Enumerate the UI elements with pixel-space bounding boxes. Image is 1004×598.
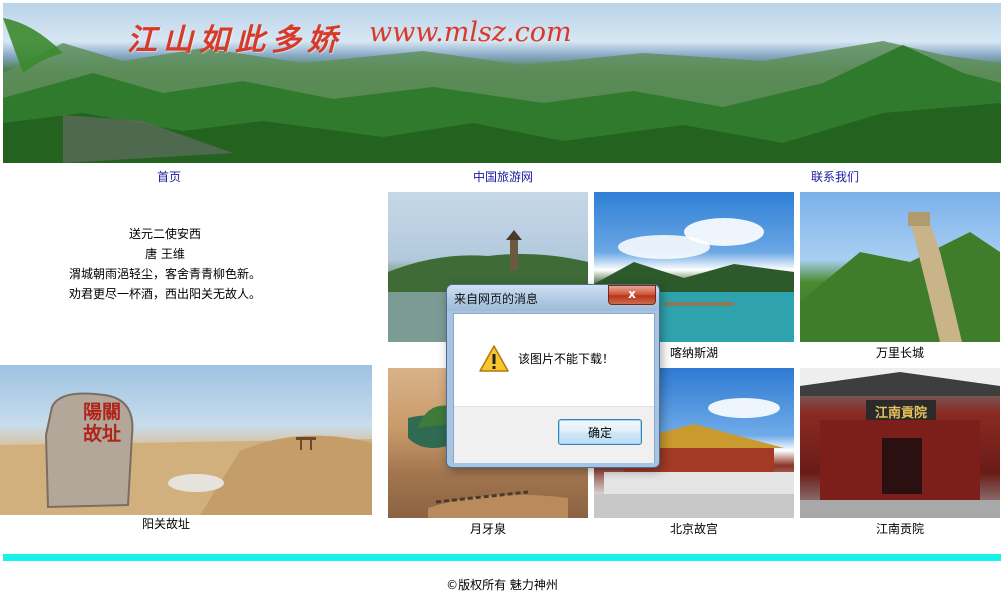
- photo-jiangnan-gongyuan[interactable]: 江南貢院: [800, 368, 1000, 518]
- dialog-title: 来自网页的消息: [454, 292, 539, 306]
- caption-crescent-spring: 月牙泉: [469, 522, 506, 536]
- header-banner: 江山如此多娇 www.mlsz.com: [3, 3, 1001, 163]
- poem-title: 送元二使安西: [128, 227, 201, 241]
- nav-china-travel-link[interactable]: 中国旅游网: [473, 168, 533, 185]
- dialog-message: 该图片不能下载！: [518, 352, 615, 366]
- banner-url: www.mlsz.com: [369, 17, 572, 48]
- caption-great-wall: 万里长城: [875, 346, 924, 360]
- dialog-titlebar[interactable]: 来自网页的消息 x: [447, 285, 659, 311]
- poem-author: 唐 王维: [145, 247, 185, 261]
- warning-icon: [479, 345, 509, 372]
- caption-forbidden-city: 北京故宫: [669, 522, 718, 536]
- dialog-body: 该图片不能下载！ 确定: [453, 313, 655, 463]
- caption-jiangnan-gongyuan: 江南贡院: [875, 522, 924, 536]
- dialog-close-button[interactable]: x: [608, 285, 656, 305]
- ok-button[interactable]: 确定: [558, 419, 642, 445]
- poem-block: 送元二使安西 唐 王维 渭城朝雨浥轻尘，客舍青青柳色新。 劝君更尽一杯酒，西出阳…: [30, 224, 300, 304]
- footer-divider: [3, 554, 1001, 561]
- close-icon: x: [628, 287, 636, 301]
- banner-title: 江山如此多娇: [127, 23, 343, 58]
- stele-inscription: 陽關故址: [82, 401, 121, 445]
- nav-contact-link[interactable]: 联系我们: [811, 168, 859, 185]
- gate-plaque: 江南貢院: [874, 406, 927, 421]
- footer-copyright: ©版权所有 魅力神州: [446, 578, 558, 592]
- poem-line: 劝君更尽一杯酒，西出阳关无故人。: [68, 287, 261, 301]
- poem-line: 渭城朝雨浥轻尘，客舍青青柳色新。: [68, 267, 261, 281]
- photo-yangguan[interactable]: 陽關故址: [0, 365, 372, 515]
- alert-dialog: 来自网页的消息 x 该图片不能下载！ 确定: [446, 284, 660, 468]
- great-wall-image: [800, 212, 1000, 342]
- photo-great-wall[interactable]: [800, 192, 1000, 342]
- jiangnan-gongyuan-image: [800, 368, 1000, 518]
- dialog-button-area: 确定: [454, 406, 654, 463]
- yangguan-image: [0, 392, 372, 515]
- nav-home-link[interactable]: 首页: [157, 168, 181, 185]
- caption-yangguan: 阳关故址: [141, 517, 190, 531]
